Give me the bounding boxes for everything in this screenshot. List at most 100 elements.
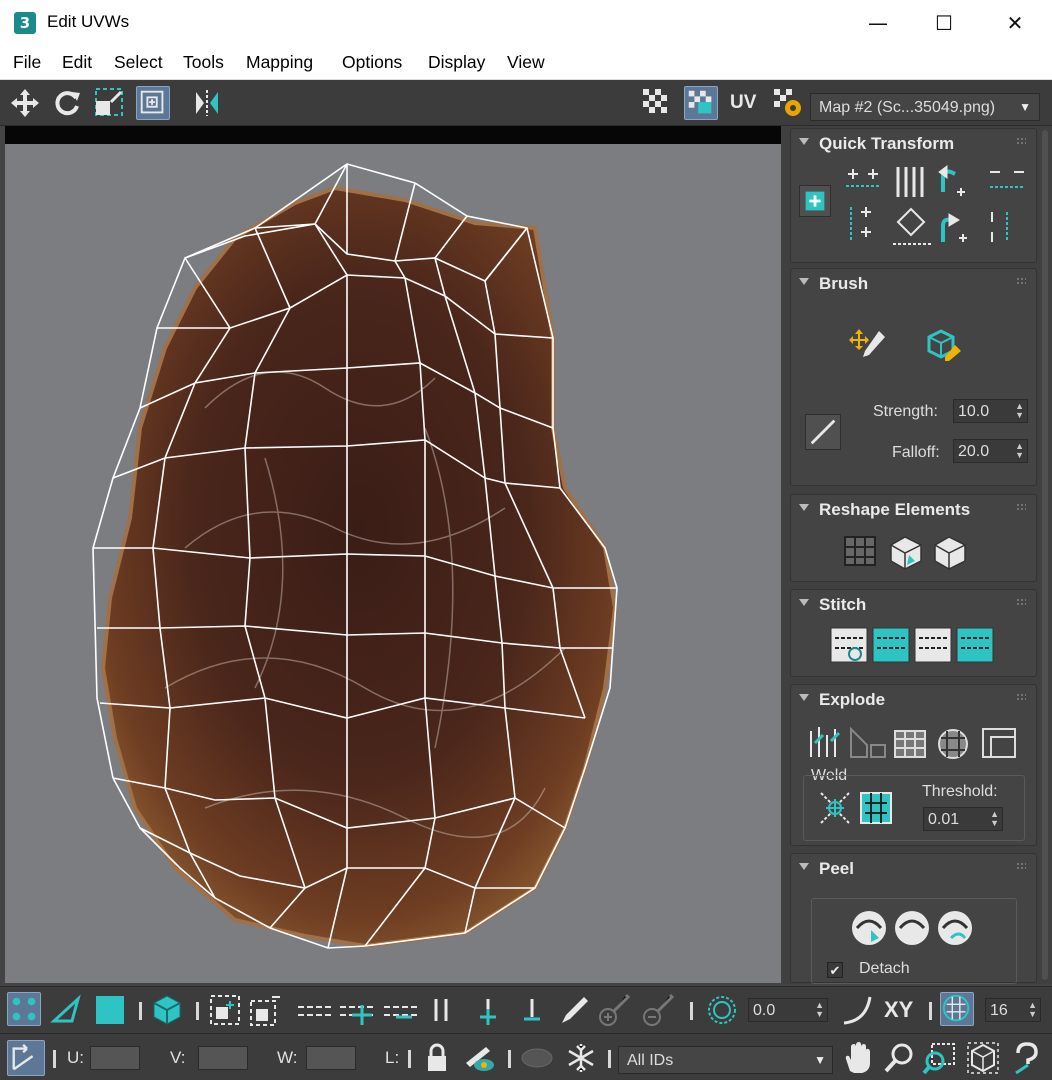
rollout-title[interactable]: Quick Transform: [819, 134, 954, 154]
grip-icon[interactable]: [1016, 137, 1026, 145]
uv-editor-viewport[interactable]: [5, 128, 781, 983]
collapse-arrow-icon[interactable]: [799, 138, 809, 145]
collapse-arrow-icon[interactable]: [799, 694, 809, 701]
angle-snap-icon[interactable]: [705, 993, 739, 1027]
collapse-arrow-icon[interactable]: [799, 599, 809, 606]
map-dropdown[interactable]: Map #2 (Sc...35049.png) ▼: [810, 93, 1040, 121]
paint-select-grow-icon[interactable]: [596, 993, 630, 1027]
loop-ring-icons[interactable]: [296, 997, 424, 1025]
spinner-arrows-icon[interactable]: ▲ ▼: [1015, 402, 1024, 420]
paint-select-shrink-icon[interactable]: [640, 993, 674, 1027]
spinner-arrows-icon[interactable]: ▲ ▼: [1015, 442, 1024, 460]
grip-icon[interactable]: [1016, 598, 1026, 606]
material-id-dropdown[interactable]: All IDs ▼: [618, 1046, 833, 1074]
zoom-extents-icon[interactable]: [966, 1041, 1000, 1075]
align-icons[interactable]: [843, 162, 973, 252]
lock-icon[interactable]: [420, 1041, 454, 1075]
shrink-selection-icon[interactable]: [248, 993, 282, 1027]
separator: [196, 1002, 199, 1020]
stitch-tools-icons[interactable]: [829, 624, 999, 666]
vertex-mode-button[interactable]: [7, 992, 41, 1026]
panel-scrollbar[interactable]: [1042, 130, 1048, 980]
show-map-button[interactable]: [684, 86, 718, 120]
grip-icon[interactable]: [1016, 503, 1026, 511]
paint-move-icon[interactable]: [849, 325, 889, 365]
soft-selection-curve-icon[interactable]: [840, 993, 874, 1027]
show-icon[interactable]: [520, 1041, 554, 1075]
separator: [139, 1002, 142, 1020]
collapse-arrow-icon[interactable]: [799, 504, 809, 511]
v-coordinate-field[interactable]: [198, 1046, 248, 1070]
transform-center-button[interactable]: [799, 185, 831, 217]
checker-pattern-icon[interactable]: [640, 86, 674, 120]
grid-size-spinner[interactable]: 16 ▲ ▼: [985, 998, 1041, 1022]
freeze-icon[interactable]: [564, 1041, 598, 1075]
absolute-offset-toggle[interactable]: [7, 1040, 45, 1076]
rollout-title[interactable]: Peel: [819, 859, 854, 879]
rollout-title[interactable]: Reshape Elements: [819, 500, 970, 520]
w-coordinate-field[interactable]: [306, 1046, 356, 1070]
angle-spinner[interactable]: 0.0 ▲ ▼: [748, 998, 828, 1022]
element-mode-icon[interactable]: [150, 993, 184, 1027]
threshold-label: Threshold:: [922, 783, 998, 800]
map-settings-icon[interactable]: [771, 86, 805, 120]
angle-value: 0.0: [753, 1002, 776, 1019]
menu-display[interactable]: Display: [428, 52, 485, 73]
ring-select-icons[interactable]: [428, 995, 556, 1027]
grid-snap-button[interactable]: [940, 992, 974, 1026]
falloff-label: Falloff:: [892, 444, 940, 461]
edge-mode-icon[interactable]: [50, 993, 84, 1027]
move-icon[interactable]: [8, 86, 42, 120]
freeform-mode-button[interactable]: [136, 86, 170, 120]
reshape-tools-icons[interactable]: [841, 531, 971, 571]
rollout-title[interactable]: Brush: [819, 274, 868, 294]
menu-mapping[interactable]: Mapping: [246, 52, 313, 73]
scale-icon[interactable]: [93, 86, 127, 120]
paint-select-icon[interactable]: [556, 993, 590, 1027]
menu-view[interactable]: View: [507, 52, 545, 73]
detach-checkbox[interactable]: ✔: [827, 962, 843, 978]
spinner-arrows-icon[interactable]: ▲ ▼: [815, 1001, 824, 1019]
falloff-spinner[interactable]: 20.0 ▲ ▼: [953, 439, 1028, 463]
explode-tools-icons[interactable]: [805, 721, 1025, 763]
uv-canvas[interactable]: [5, 128, 781, 983]
uv-display-toggle[interactable]: UV: [730, 92, 756, 114]
grip-icon[interactable]: [1016, 862, 1026, 870]
minimize-button[interactable]: —: [855, 8, 901, 38]
rollout-title[interactable]: Explode: [819, 690, 885, 710]
relax-brush-icon[interactable]: [923, 325, 963, 365]
spinner-arrows-icon[interactable]: ▲ ▼: [990, 810, 999, 828]
threshold-spinner[interactable]: 0.01 ▲ ▼: [923, 807, 1003, 831]
hide-icon[interactable]: [462, 1041, 496, 1075]
grip-icon[interactable]: [1016, 277, 1026, 285]
pan-hand-icon[interactable]: [840, 1041, 874, 1075]
viewport-header-strip: [5, 126, 781, 144]
menu-edit[interactable]: Edit: [62, 52, 92, 73]
chevron-down-icon: ▼: [814, 1053, 826, 1067]
menu-options[interactable]: Options: [342, 52, 402, 73]
face-mode-icon[interactable]: [93, 993, 127, 1027]
u-coordinate-field[interactable]: [90, 1046, 140, 1070]
close-button[interactable]: ✕: [992, 8, 1038, 38]
grip-icon[interactable]: [1016, 693, 1026, 701]
help-icon[interactable]: [1010, 1041, 1044, 1075]
zoom-icon[interactable]: [882, 1041, 916, 1075]
collapse-arrow-icon[interactable]: [799, 278, 809, 285]
maximize-button[interactable]: ☐: [921, 8, 967, 38]
peel-tools-icons[interactable]: [849, 908, 979, 948]
zoom-region-icon[interactable]: [922, 1041, 956, 1075]
spinner-arrows-icon[interactable]: ▲ ▼: [1028, 1001, 1037, 1019]
rollout-title[interactable]: Stitch: [819, 595, 866, 615]
space-icons[interactable]: [986, 162, 1028, 252]
weld-tools-icons[interactable]: [815, 787, 895, 829]
mirror-icon[interactable]: [190, 86, 224, 120]
brush-falloff-type-button[interactable]: [805, 414, 841, 450]
xy-axis-toggle[interactable]: XY: [884, 997, 913, 1023]
menu-file[interactable]: File: [13, 52, 41, 73]
collapse-arrow-icon[interactable]: [799, 863, 809, 870]
menu-tools[interactable]: Tools: [183, 52, 224, 73]
menu-select[interactable]: Select: [114, 52, 163, 73]
strength-spinner[interactable]: 10.0 ▲ ▼: [953, 399, 1028, 423]
grow-selection-icon[interactable]: [208, 993, 242, 1027]
rotate-icon[interactable]: [50, 86, 84, 120]
